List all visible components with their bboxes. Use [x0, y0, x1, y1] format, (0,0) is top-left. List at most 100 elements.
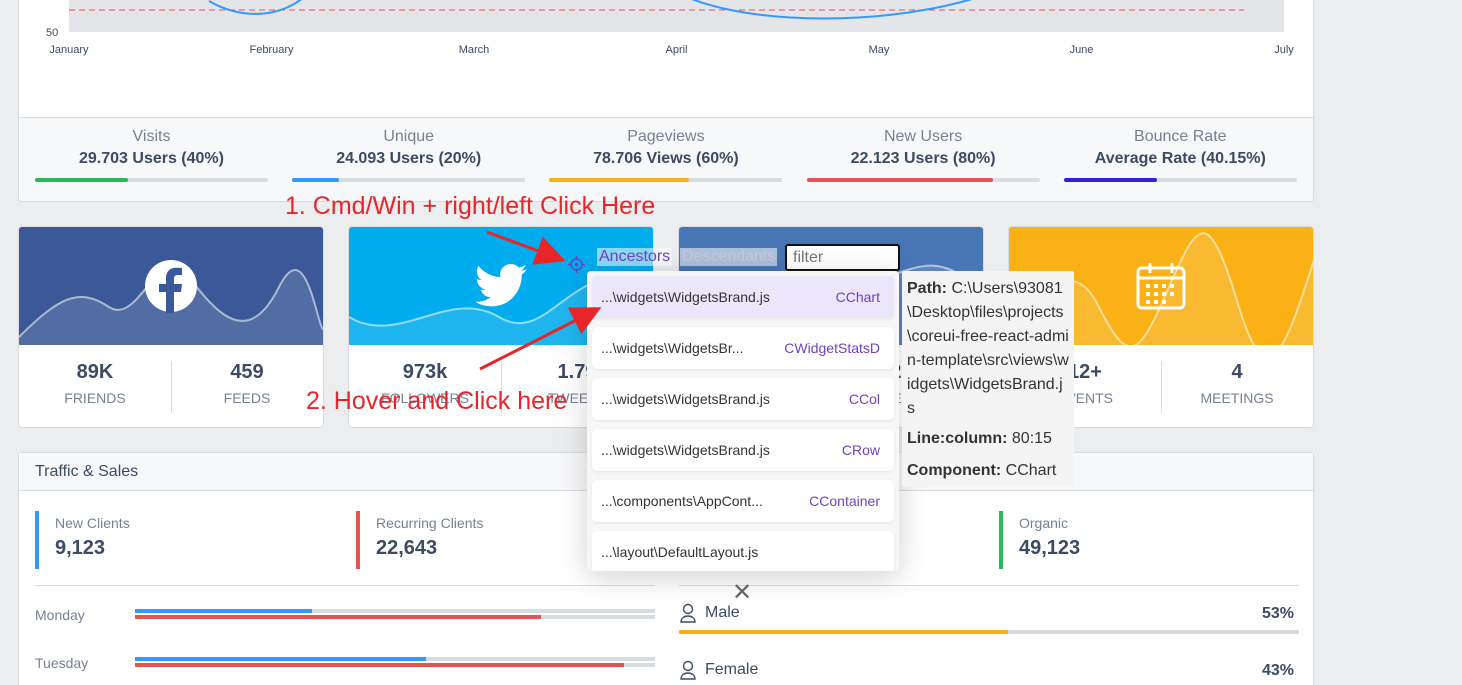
kpi-value: 9,123	[55, 537, 106, 559]
stat-visits: Visits 29.703 Users (40%)	[35, 128, 268, 182]
gender-percent-male: 53%	[1262, 605, 1295, 622]
main-chart-card: 50 January February March April May June July …	[18, 0, 1314, 202]
brand-stat-right: 459 FEEDS	[171, 361, 323, 406]
row-path: ...\widgets\WidgetsBr...	[601, 340, 744, 356]
stat-progress	[806, 178, 1040, 182]
brand-stat-right: 4 MEETINGS	[1161, 361, 1313, 406]
path-value: C:\Users\93081\Desktop\files\projects\co…	[907, 280, 1069, 417]
progress-fill	[679, 630, 1008, 634]
component-info-tooltip: Path: C:\Users\93081\Desktop\files\proje…	[902, 271, 1074, 487]
stat-value: 29.703 Users (40%)	[79, 150, 224, 167]
row-path: ...\widgets\WidgetsBrand.js	[601, 289, 770, 305]
component-tree-panel: ...\widgets\WidgetsBrand.js CChart ...\wid…	[587, 271, 899, 571]
stat-caption: FRIENDS	[64, 390, 126, 406]
progress-new-monday	[135, 609, 655, 613]
progress-fill	[806, 178, 993, 182]
main-chart: 50 January February March April May June July	[46, 0, 1294, 56]
stat-number: 89K	[76, 361, 114, 383]
row-path: ...\widgets\WidgetsBrand.js	[601, 442, 770, 458]
tab-ancestors[interactable]: Ancestors	[597, 248, 673, 266]
user-icon	[680, 603, 696, 623]
annotation-step-1: 1. Cmd/Win + right/left Click Here	[285, 192, 656, 220]
progress-fill	[1063, 178, 1157, 182]
x-tick-label: May	[869, 44, 890, 56]
stat-value: 22.123 Users (80%)	[850, 150, 996, 167]
row-component: CCol	[848, 391, 880, 407]
stat-value: 24.093 Users (20%)	[336, 150, 482, 167]
component-tree-row[interactable]: ...\widgets\WidgetsBr... CWidgetStatsD	[592, 327, 894, 369]
calendar-icon	[1136, 263, 1186, 310]
gender-percent-female: 43%	[1262, 662, 1295, 679]
x-tick-label: March	[459, 44, 490, 56]
filter-input[interactable]	[785, 244, 900, 271]
line-column-label: Line:column:	[907, 430, 1008, 447]
progress-fill	[35, 178, 129, 182]
x-tick-label: February	[249, 44, 294, 56]
progress-fill	[135, 657, 427, 661]
x-tick-label: June	[1070, 44, 1094, 56]
chart-plot-area	[69, 0, 1284, 32]
close-icon[interactable]: ✕	[732, 578, 752, 607]
stat-progress	[1063, 178, 1297, 182]
facebook-icon	[145, 260, 197, 313]
row-component: CWidgetStatsD	[784, 340, 880, 356]
progress-male	[679, 630, 1299, 634]
x-tick-label: July	[1274, 44, 1294, 56]
kpi-organic: Organic 49,123	[999, 511, 1080, 569]
stat-unique: Unique 24.093 Users (20%)	[292, 128, 526, 182]
brand-card-facebook: 89K FRIENDS 459 FEEDS	[18, 226, 324, 428]
kpi-label: New Clients	[55, 515, 130, 531]
component-tree-row[interactable]: ...\components\AppCont... CContainer	[592, 480, 894, 522]
row-path: ...\layout\DefaultLayout.js	[601, 544, 759, 560]
divider	[679, 585, 1299, 586]
stat-label: Visits	[132, 128, 171, 145]
row-component: CChart	[835, 289, 880, 305]
component-tree-row[interactable]: ...\widgets\WidgetsBrand.js CRow	[592, 429, 894, 471]
component-tree-row[interactable]: ...\widgets\WidgetsBrand.js CCol	[592, 378, 894, 420]
row-component: CRow	[841, 442, 880, 458]
day-label-tuesday: Tuesday	[35, 655, 89, 671]
component-value: CChart	[1005, 462, 1057, 479]
user-female-icon	[680, 660, 696, 680]
x-tick-label: January	[49, 44, 89, 56]
kpi-recurring-clients: Recurring Clients 22,643	[356, 511, 483, 569]
stat-number: 973k	[402, 361, 448, 383]
crosshair-icon[interactable]	[568, 256, 585, 273]
tab-descendants[interactable]: Descendants	[680, 248, 778, 266]
stat-label: New Users	[883, 128, 963, 145]
stat-value: 78.706 Views (60%)	[593, 150, 739, 167]
progress-fill	[135, 609, 312, 613]
row-path: ...\components\AppCont...	[601, 493, 763, 509]
row-component: CContainer	[809, 493, 880, 509]
path-label: Path:	[907, 280, 947, 297]
progress-recurring-tuesday	[135, 663, 655, 667]
stat-pageviews: Pageviews 78.706 Views (60%)	[549, 128, 783, 182]
x-tick-label: April	[665, 44, 687, 56]
row-path: ...\widgets\WidgetsBrand.js	[601, 391, 770, 407]
stat-progress	[35, 178, 268, 182]
kpi-value: 49,123	[1019, 537, 1081, 559]
kpi-label: Organic	[1019, 515, 1069, 531]
stats-footer: Visits 29.703 Users (40%) Unique 24.093 Use…	[19, 117, 1313, 201]
brand-stat-left: 89K FRIENDS	[19, 361, 171, 406]
stat-bounce-rate: Bounce Rate Average Rate (40.15%)	[1063, 128, 1297, 182]
component-label: Component:	[907, 462, 1002, 479]
progress-fill	[135, 663, 624, 667]
stat-progress	[292, 178, 526, 182]
stat-caption: FEEDS	[223, 390, 271, 406]
line-column-value: 80:15	[1011, 430, 1052, 447]
progress-fill	[292, 178, 339, 182]
stat-new-users: New Users 22.123 Users (80%)	[806, 128, 1040, 182]
kpi-label: Recurring Clients	[376, 515, 484, 531]
component-tree-row[interactable]: ...\widgets\WidgetsBrand.js CChart	[592, 276, 894, 318]
kpi-value: 22,643	[376, 537, 438, 559]
brand-header	[19, 227, 323, 345]
stat-caption: MEETINGS	[1200, 390, 1274, 406]
component-tree-row[interactable]: ...\layout\DefaultLayout.js	[592, 531, 894, 571]
stat-label: Unique	[383, 128, 435, 145]
brand-stats: 89K FRIENDS 459 FEEDS	[19, 345, 323, 427]
progress-new-tuesday	[135, 657, 655, 661]
stat-number: 4	[1231, 361, 1243, 383]
stat-label: Bounce Rate	[1134, 128, 1227, 145]
progress-fill	[135, 615, 541, 619]
